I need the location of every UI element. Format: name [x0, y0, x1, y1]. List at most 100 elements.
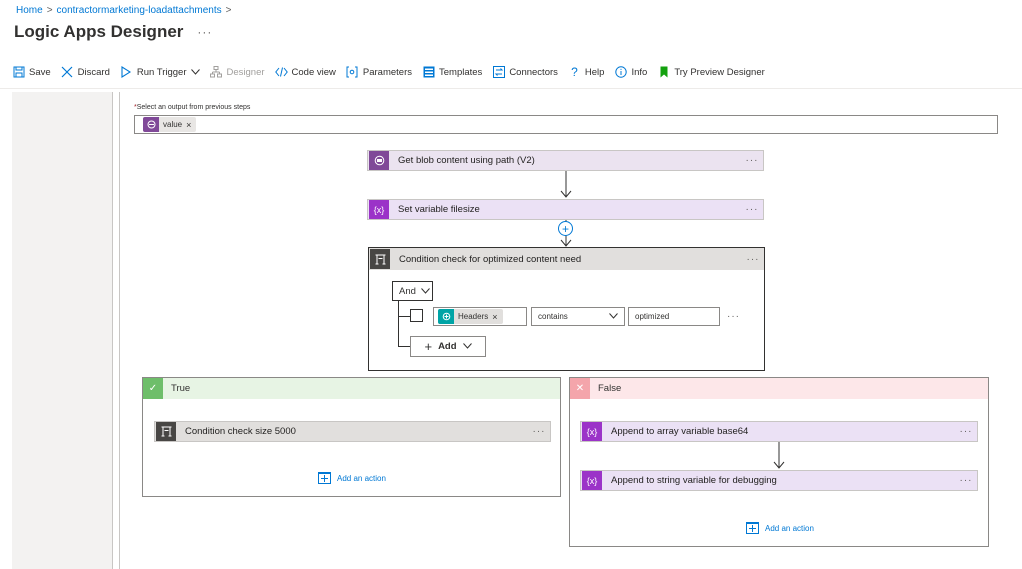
row-select-checkbox[interactable]	[410, 309, 423, 322]
condition-header[interactable]: Condition check for optimized content ne…	[369, 248, 764, 270]
try-preview-designer-button[interactable]: Try Preview Designer	[657, 66, 765, 79]
help-button[interactable]: ? Help	[568, 65, 605, 79]
toolbar: Save Discard Run Trigger Designer Code v…	[12, 64, 765, 80]
info-label: Info	[631, 66, 648, 78]
chevron-down-icon	[609, 312, 618, 321]
condition-icon	[370, 249, 390, 269]
append-string-title: Append to string variable for debugging	[611, 475, 777, 486]
insert-step-button[interactable]: +	[558, 221, 573, 236]
designer-label: Designer	[226, 66, 265, 78]
code-view-label: Code view	[291, 66, 336, 78]
false-add-action-button[interactable]: Add an action	[746, 522, 814, 534]
connectors-icon	[492, 66, 505, 79]
info-icon	[614, 66, 627, 79]
append-string-variable-card[interactable]: {x} Append to string variable for debugg…	[580, 470, 978, 491]
discard-button[interactable]: Discard	[61, 66, 110, 79]
chevron-down-icon	[190, 67, 200, 78]
info-button[interactable]: Info	[614, 66, 647, 79]
append-array-title: Append to array variable base64	[611, 426, 749, 437]
card-more-icon[interactable]: ···	[955, 426, 977, 437]
add-condition-button[interactable]: + Add	[410, 336, 486, 357]
get-blob-content-card[interactable]: Get blob content using path (V2) ···	[367, 150, 764, 171]
and-or-selector[interactable]: And	[392, 281, 433, 301]
headers-token[interactable]: Headers ×	[438, 309, 503, 324]
parameters-button[interactable]: Parameters	[346, 66, 412, 79]
templates-button[interactable]: Templates	[422, 66, 482, 79]
breadcrumb-resource[interactable]: contractormarketing-loadattachments	[57, 5, 222, 16]
page-title: Logic Apps Designer	[14, 22, 184, 41]
output-label-row: *Select an output from previous steps	[134, 104, 250, 111]
headers-token-label: Headers	[458, 312, 489, 321]
code-view-button[interactable]: Code view	[274, 66, 336, 79]
toolbar-divider	[0, 88, 1022, 89]
operator-label: And	[399, 285, 416, 297]
output-selector-input[interactable]: value ×	[134, 115, 998, 134]
close-icon: ✕	[570, 378, 590, 399]
breadcrumb-home[interactable]: Home	[16, 5, 43, 16]
condition-right-operand-input[interactable]: optimized	[628, 307, 720, 326]
variable-icon: {x}	[369, 200, 389, 219]
chevron-down-icon	[462, 341, 472, 352]
add-action-label: Add an action	[337, 473, 386, 483]
comparator-select[interactable]: contains	[531, 307, 625, 326]
tree-line	[398, 301, 399, 347]
designer-icon	[210, 66, 223, 79]
close-icon	[61, 66, 74, 79]
condition-title: Condition check for optimized content ne…	[399, 253, 582, 265]
parameters-icon	[346, 66, 359, 79]
breadcrumb-chevron-icon: >	[46, 5, 53, 16]
false-branch-header[interactable]: ✕ False	[570, 378, 988, 399]
card-more-icon[interactable]: ···	[741, 204, 763, 215]
comparator-value: contains	[538, 312, 568, 321]
append-array-variable-card[interactable]: {x} Append to array variable base64 ···	[580, 421, 978, 442]
bookmark-icon	[657, 66, 670, 79]
value-token-label: value	[163, 120, 183, 129]
card-more-icon[interactable]: ···	[742, 254, 764, 265]
save-icon	[12, 66, 25, 79]
false-branch-label: False	[598, 383, 622, 394]
templates-icon	[422, 66, 435, 79]
chevron-down-icon	[421, 286, 430, 297]
card-more-icon[interactable]: ···	[741, 155, 763, 166]
card-more-icon[interactable]: ···	[528, 426, 550, 437]
designer-button[interactable]: Designer	[210, 66, 265, 79]
condition-left-operand-input[interactable]: Headers ×	[433, 307, 527, 326]
breadcrumb-chevron-icon: >	[225, 5, 232, 16]
variable-icon: {x}	[582, 422, 602, 441]
row-more-icon[interactable]: ···	[727, 311, 740, 322]
help-label: Help	[584, 66, 605, 78]
help-icon: ?	[571, 65, 578, 79]
http-icon	[438, 309, 454, 324]
save-label: Save	[29, 66, 51, 78]
true-branch-header[interactable]: ✓ True	[143, 378, 560, 399]
breadcrumb: Home > contractormarketing-loadattachmen…	[16, 5, 231, 16]
tree-line	[398, 346, 410, 347]
true-add-action-button[interactable]: Add an action	[318, 472, 386, 484]
templates-label: Templates	[439, 66, 483, 78]
try-preview-label: Try Preview Designer	[674, 66, 765, 78]
condition-check-size-card[interactable]: Condition check size 5000 ···	[154, 421, 551, 442]
connectors-button[interactable]: Connectors	[492, 66, 558, 79]
parameters-label: Parameters	[362, 66, 412, 78]
true-branch-label: True	[171, 383, 191, 394]
set-variable-title: Set variable filesize	[398, 204, 480, 215]
play-icon	[120, 66, 133, 79]
run-trigger-button[interactable]: Run Trigger	[120, 66, 200, 79]
add-action-icon	[746, 522, 759, 534]
page-more-icon[interactable]: ···	[197, 25, 212, 39]
value-token[interactable]: value ×	[143, 117, 197, 132]
save-button[interactable]: Save	[12, 66, 51, 79]
variable-icon: {x}	[582, 471, 602, 490]
tree-line	[398, 316, 410, 317]
remove-token-icon[interactable]: ×	[492, 312, 497, 322]
code-icon	[274, 66, 288, 79]
condition-check-size-title: Condition check size 5000	[185, 426, 296, 437]
condition-icon	[156, 422, 176, 441]
plus-icon: +	[424, 339, 433, 354]
get-blob-content-title: Get blob content using path (V2)	[398, 155, 535, 166]
add-action-icon	[318, 472, 331, 484]
set-variable-card[interactable]: {x} Set variable filesize ···	[367, 199, 764, 220]
remove-token-icon[interactable]: ×	[186, 120, 191, 130]
connectors-label: Connectors	[509, 66, 558, 78]
card-more-icon[interactable]: ···	[955, 475, 977, 486]
